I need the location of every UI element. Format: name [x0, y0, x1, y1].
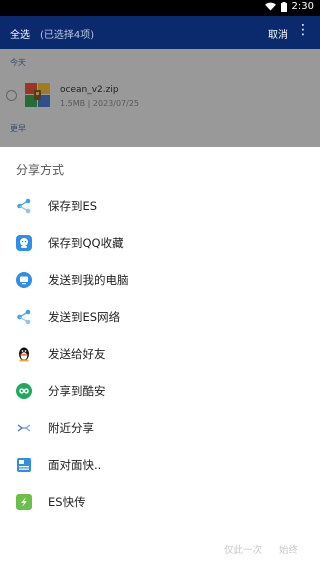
share-item-send-to-friend[interactable]: 发送给好友 — [0, 335, 320, 372]
nearby-share-icon — [17, 424, 31, 432]
just-once-button[interactable]: 仅此一次 — [224, 542, 262, 556]
share-item-label: 附近分享 — [48, 421, 94, 435]
share-item-label: 保存到QQ收藏 — [48, 236, 124, 250]
share-item-face-to-face[interactable]: 面对面快.. — [0, 446, 320, 483]
sheet-actions: 仅此一次 始终 — [0, 540, 320, 560]
share-item-send-to-computer[interactable]: 发送到我的电脑 — [0, 261, 320, 298]
qq-favorites-icon — [16, 235, 32, 251]
more-options-icon[interactable]: ⋮ — [296, 21, 310, 39]
share-item-label: 分享到酷安 — [48, 384, 106, 398]
share-sheet: 分享方式 保存到ES 保存到QQ收藏 发送到我的电脑 发送到ES网络 发送给好友… — [0, 147, 320, 569]
share-item-coolapk[interactable]: 分享到酷安 — [0, 372, 320, 409]
selection-toolbar: 全选 (已选择4项) 取消 ⋮ — [0, 16, 320, 49]
qq-penguin-icon — [19, 347, 29, 362]
face-to-face-icon — [17, 458, 31, 472]
always-button[interactable]: 始终 — [279, 542, 298, 556]
es-transfer-icon — [16, 494, 32, 510]
status-time: 2:30 — [291, 1, 314, 12]
share-item-label: ES快传 — [48, 495, 86, 509]
share-item-save-to-es[interactable]: 保存到ES — [0, 187, 320, 224]
selected-count-label: (已选择4项) — [40, 30, 95, 41]
share-item-label: 发送到ES网络 — [48, 310, 121, 324]
share-item-label: 发送到我的电脑 — [48, 273, 129, 287]
share-item-send-to-es-network[interactable]: 发送到ES网络 — [0, 298, 320, 335]
cancel-button[interactable]: 取消 — [268, 26, 288, 41]
coolapk-icon — [16, 383, 32, 399]
share-item-es-transfer[interactable]: ES快传 — [0, 483, 320, 520]
wifi-icon — [264, 2, 276, 11]
computer-icon — [16, 272, 32, 288]
status-icons: 2:30 — [264, 1, 314, 12]
sheet-title: 分享方式 — [16, 163, 65, 177]
share-item-label: 保存到ES — [48, 199, 98, 213]
share-nodes-icon — [17, 309, 31, 325]
share-item-label: 面对面快.. — [48, 458, 102, 472]
select-all-button[interactable]: 全选 — [10, 26, 30, 41]
status-bar: 2:30 — [0, 0, 320, 16]
share-nodes-icon — [17, 198, 31, 214]
dim-overlay[interactable] — [0, 49, 320, 147]
share-item-label: 发送给好友 — [48, 347, 106, 361]
battery-icon — [280, 1, 287, 12]
share-item-nearby-share[interactable]: 附近分享 — [0, 409, 320, 446]
share-item-qq-favorites[interactable]: 保存到QQ收藏 — [0, 224, 320, 261]
